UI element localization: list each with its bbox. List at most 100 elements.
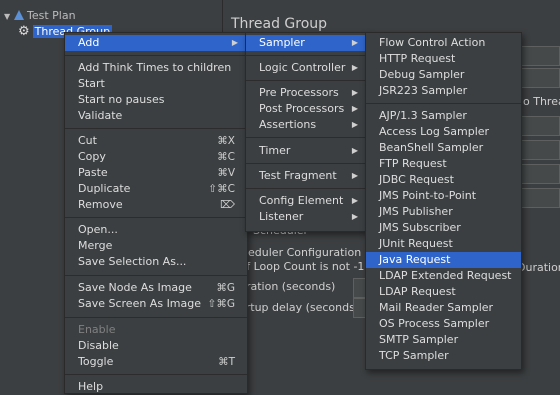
loop-field[interactable] (518, 164, 560, 184)
menu-item-label: Assertions (259, 118, 317, 131)
submenu-item-pre-processors[interactable]: Pre Processors ▶ (246, 85, 367, 101)
misc-field[interactable] (518, 188, 560, 208)
menu-item-save-node-image[interactable]: Save Node As Image ⌘G (65, 280, 247, 296)
startup-delay-label: artup delay (seconds) (239, 301, 360, 314)
menu-item-start-no-pauses[interactable]: Start no pauses (65, 92, 247, 108)
menu-item-label: Duplicate (78, 182, 131, 195)
shortcut-label: ⌘X (217, 135, 235, 147)
gear-icon: ⚙ (18, 24, 30, 39)
submenu-item-sampler[interactable]: Sampler ▶ (246, 35, 367, 51)
comments-field[interactable] (518, 68, 560, 88)
sampler-item-java-request[interactable]: Java Request (366, 252, 521, 268)
threads-field[interactable] (518, 116, 560, 136)
rampup-field[interactable] (518, 140, 560, 160)
menu-item-remove[interactable]: Remove ⌦ (65, 197, 247, 213)
sampler-item-ftp-request[interactable]: FTP Request (366, 156, 521, 172)
menu-item-add-think-times[interactable]: Add Think Times to children (65, 60, 247, 76)
loop-warning: If Loop Count is not -1 (243, 260, 365, 273)
submenu-item-timer[interactable]: Timer ▶ (246, 143, 367, 159)
expand-arrow-icon[interactable]: ▼ (4, 9, 14, 25)
menu-item-start[interactable]: Start (65, 76, 247, 92)
menu-item-label: Save Node As Image (78, 281, 192, 294)
menu-item-merge[interactable]: Merge (65, 238, 247, 254)
menu-item-label: Remove (78, 198, 123, 211)
shortcut-label: ⌘V (217, 167, 235, 179)
sampler-item-os-process-sampler[interactable]: OS Process Sampler (366, 316, 521, 332)
sampler-item-beanshell-sampler[interactable]: BeanShell Sampler (366, 140, 521, 156)
menu-item-label: Timer (259, 144, 291, 157)
submenu-arrow-icon: ▶ (351, 171, 358, 180)
shortcut-label: ⌘G (216, 282, 235, 294)
submenu-item-logic-controller[interactable]: Logic Controller ▶ (246, 60, 367, 76)
sampler-item-jsr223-sampler[interactable]: JSR223 Sampler (366, 83, 521, 99)
shortcut-label: ⌘C (217, 151, 235, 163)
page-title: Thread Group (231, 16, 328, 32)
tree-node-test-plan[interactable]: ▼ Test Plan (4, 8, 76, 24)
sampler-item-jms-subscriber[interactable]: JMS Subscriber (366, 220, 521, 236)
test-plan-icon (14, 10, 24, 20)
submenu-arrow-icon: ▶ (231, 38, 238, 47)
menu-separator (246, 80, 367, 81)
menu-item-validate[interactable]: Validate (65, 108, 247, 124)
menu-item-save-selection[interactable]: Save Selection As... (65, 254, 247, 270)
sampler-item-smtp-sampler[interactable]: SMTP Sampler (366, 332, 521, 348)
submenu-arrow-icon: ▶ (351, 212, 358, 221)
menu-item-label: Paste (78, 166, 108, 179)
menu-separator (65, 275, 247, 276)
submenu-arrow-icon: ▶ (351, 146, 358, 155)
menu-item-disable[interactable]: Disable (65, 338, 247, 354)
menu-item-label: Add (78, 36, 100, 49)
menu-separator (366, 103, 521, 104)
menu-separator (65, 217, 247, 218)
sampler-item-jdbc-request[interactable]: JDBC Request (366, 172, 521, 188)
submenu-item-post-processors[interactable]: Post Processors ▶ (246, 101, 367, 117)
menu-item-toggle[interactable]: Toggle ⌘T (65, 354, 247, 370)
submenu-arrow-icon: ▶ (351, 120, 358, 129)
submenu-item-config-element[interactable]: Config Element ▶ (246, 193, 367, 209)
sampler-item-jms-publisher[interactable]: JMS Publisher (366, 204, 521, 220)
menu-item-label: Toggle (78, 355, 114, 368)
sampler-item-jms-point-to-point[interactable]: JMS Point-to-Point (366, 188, 521, 204)
menu-separator (65, 55, 247, 56)
menu-item-duplicate[interactable]: Duplicate ⇧⌘C (65, 181, 247, 197)
menu-item-label: Save Screen As Image (78, 297, 202, 310)
sampler-item-junit-request[interactable]: JUnit Request (366, 236, 521, 252)
sampler-item-ldap-request[interactable]: LDAP Request (366, 284, 521, 300)
submenu-item-listener[interactable]: Listener ▶ (246, 209, 367, 225)
shortcut-label: ⇧⌘C (208, 183, 235, 195)
menu-item-copy[interactable]: Copy ⌘C (65, 149, 247, 165)
menu-item-label: Pre Processors (259, 86, 339, 99)
duration-seconds-label: uration (seconds) (239, 280, 336, 293)
sampler-item-flow-control-action[interactable]: Flow Control Action (366, 35, 521, 51)
sampler-item-ajp-sampler[interactable]: AJP/1.3 Sampler (366, 108, 521, 124)
name-field[interactable] (518, 46, 560, 66)
menu-separator (65, 374, 247, 375)
tree-node-label: Test Plan (27, 9, 76, 22)
menu-item-help[interactable]: Help (65, 379, 247, 395)
menu-item-cut[interactable]: Cut ⌘X (65, 133, 247, 149)
menu-separator (65, 128, 247, 129)
shortcut-label: ⌘T (218, 356, 235, 368)
scheduler-config-label: cheduler Configuration (235, 246, 362, 259)
submenu-arrow-icon: ▶ (351, 104, 358, 113)
submenu-item-test-fragment[interactable]: Test Fragment ▶ (246, 168, 367, 184)
sampler-item-access-log-sampler[interactable]: Access Log Sampler (366, 124, 521, 140)
menu-item-label: Config Element (259, 194, 344, 207)
menu-separator (246, 188, 367, 189)
duration-label: Duration (517, 261, 560, 274)
sampler-item-tcp-sampler[interactable]: TCP Sampler (366, 348, 521, 364)
sampler-item-debug-sampler[interactable]: Debug Sampler (366, 67, 521, 83)
menu-item-open[interactable]: Open... (65, 222, 247, 238)
menu-item-paste[interactable]: Paste ⌘V (65, 165, 247, 181)
menu-item-add[interactable]: Add ▶ (65, 35, 247, 51)
menu-item-save-screen-image[interactable]: Save Screen As Image ⇧⌘G (65, 296, 247, 312)
sampler-item-mail-reader-sampler[interactable]: Mail Reader Sampler (366, 300, 521, 316)
menu-separator (246, 137, 367, 138)
sampler-item-ldap-extended-request[interactable]: LDAP Extended Request (366, 268, 521, 284)
context-menu: Add ▶ Add Think Times to children Start S… (64, 32, 248, 394)
submenu-arrow-icon: ▶ (351, 196, 358, 205)
sampler-item-http-request[interactable]: HTTP Request (366, 51, 521, 67)
thread-label: o Thread (523, 95, 560, 108)
menu-item-enable: Enable (78, 323, 116, 336)
submenu-item-assertions[interactable]: Assertions ▶ (246, 117, 367, 133)
